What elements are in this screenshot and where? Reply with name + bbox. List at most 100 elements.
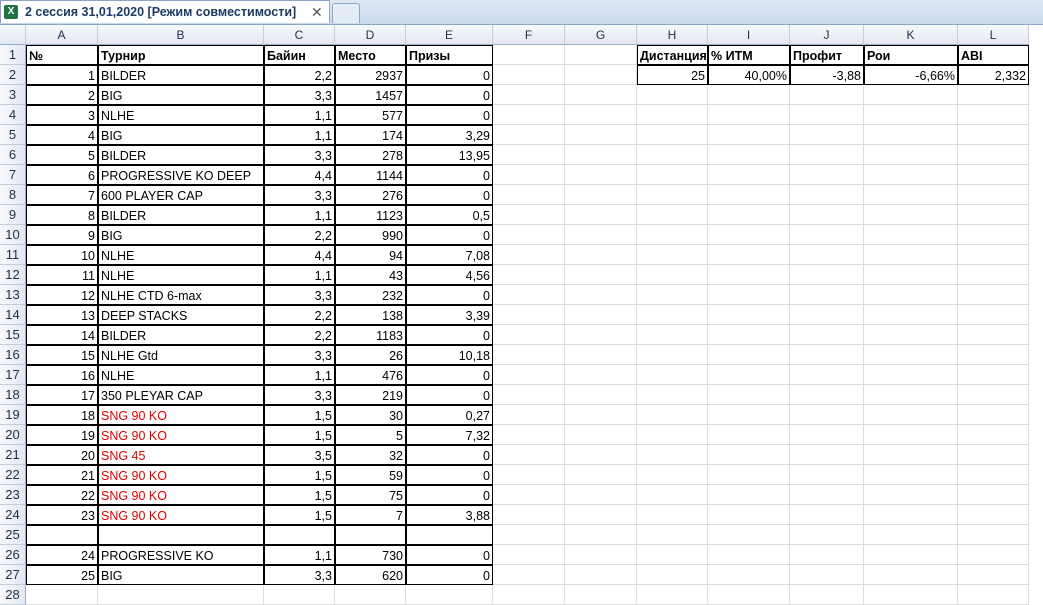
cell-buyin[interactable]: 1,5 — [264, 465, 335, 485]
column-header-j[interactable]: J — [790, 25, 864, 45]
cell-tournament[interactable]: BILDER — [98, 65, 264, 85]
summary-header-4[interactable]: ABI — [958, 45, 1029, 65]
cell-buyin[interactable]: 2,2 — [264, 65, 335, 85]
row-header[interactable]: 25 — [0, 525, 26, 545]
cell-prize[interactable]: 0 — [406, 325, 493, 345]
row-header[interactable]: 27 — [0, 565, 26, 585]
cell-place[interactable]: 59 — [335, 465, 406, 485]
column-header-h[interactable]: H — [637, 25, 708, 45]
row-header[interactable]: 26 — [0, 545, 26, 565]
cell-place[interactable]: 730 — [335, 545, 406, 565]
column-header-c[interactable]: C — [264, 25, 335, 45]
cell-tournament[interactable]: SNG 90 KO — [98, 505, 264, 525]
cell-prize[interactable] — [406, 525, 493, 545]
summary-value-2[interactable]: -3,88 — [790, 65, 864, 85]
cell-tournament[interactable]: DEEP STACKS — [98, 305, 264, 325]
row-header[interactable]: 20 — [0, 425, 26, 445]
cell-prize[interactable]: 0 — [406, 165, 493, 185]
cell-tournament[interactable]: BILDER — [98, 145, 264, 165]
row-header[interactable]: 3 — [0, 85, 26, 105]
cell-prize[interactable]: 7,08 — [406, 245, 493, 265]
cell-tournament[interactable]: NLHE Gtd — [98, 345, 264, 365]
cell-place[interactable]: 1144 — [335, 165, 406, 185]
cell-place[interactable]: 1123 — [335, 205, 406, 225]
row-header[interactable]: 5 — [0, 125, 26, 145]
cell-prize[interactable]: 0 — [406, 365, 493, 385]
cell-number[interactable]: 12 — [26, 285, 98, 305]
cell-place[interactable]: 75 — [335, 485, 406, 505]
row-header[interactable]: 11 — [0, 245, 26, 265]
cell-tournament[interactable]: PROGRESSIVE KO — [98, 545, 264, 565]
cell-place[interactable]: 1457 — [335, 85, 406, 105]
column-header-d[interactable]: D — [335, 25, 406, 45]
cell-number[interactable]: 19 — [26, 425, 98, 445]
cell-tournament[interactable]: BIG — [98, 225, 264, 245]
column-header-g[interactable]: G — [565, 25, 637, 45]
cell-prize[interactable]: 3,39 — [406, 305, 493, 325]
cell-buyin[interactable]: 1,5 — [264, 505, 335, 525]
close-icon[interactable]: ✕ — [311, 4, 323, 21]
row-header[interactable]: 22 — [0, 465, 26, 485]
cell-number[interactable]: 8 — [26, 205, 98, 225]
cell-place[interactable]: 2937 — [335, 65, 406, 85]
cell-tournament[interactable]: SNG 90 KO — [98, 405, 264, 425]
cell-prize[interactable]: 7,32 — [406, 425, 493, 445]
cell-place[interactable]: 620 — [335, 565, 406, 585]
row-header[interactable]: 4 — [0, 105, 26, 125]
cell-prize[interactable]: 0 — [406, 485, 493, 505]
cell-place[interactable]: 32 — [335, 445, 406, 465]
row-header[interactable]: 28 — [0, 585, 26, 605]
cell-tournament[interactable]: SNG 45 — [98, 445, 264, 465]
cell-tournament[interactable]: BIG — [98, 565, 264, 585]
select-all-corner[interactable] — [0, 25, 26, 45]
cell-buyin[interactable]: 1,5 — [264, 405, 335, 425]
cell-number[interactable]: 24 — [26, 545, 98, 565]
cell-place[interactable]: 476 — [335, 365, 406, 385]
summary-header-1[interactable]: % ИТМ — [708, 45, 790, 65]
cell-number[interactable]: 14 — [26, 325, 98, 345]
cell-prize[interactable]: 0,5 — [406, 205, 493, 225]
cell-number[interactable]: 5 — [26, 145, 98, 165]
cell-prize[interactable]: 0 — [406, 85, 493, 105]
cell-number[interactable]: 23 — [26, 505, 98, 525]
cell-buyin[interactable]: 1,1 — [264, 265, 335, 285]
cell-tournament[interactable]: 350 PLEYAR CAP — [98, 385, 264, 405]
header-cell-e[interactable]: Призы — [406, 45, 493, 65]
cell-prize[interactable]: 0 — [406, 545, 493, 565]
cell-buyin[interactable]: 3,5 — [264, 445, 335, 465]
cell-tournament[interactable]: BIG — [98, 85, 264, 105]
cell-buyin[interactable]: 1,1 — [264, 365, 335, 385]
cell-buyin[interactable]: 1,1 — [264, 205, 335, 225]
cell-prize[interactable]: 0 — [406, 445, 493, 465]
cell-buyin[interactable]: 4,4 — [264, 245, 335, 265]
cell-place[interactable]: 990 — [335, 225, 406, 245]
row-header[interactable]: 10 — [0, 225, 26, 245]
cell-place[interactable]: 30 — [335, 405, 406, 425]
cell-number[interactable]: 21 — [26, 465, 98, 485]
summary-value-4[interactable]: 2,332 — [958, 65, 1029, 85]
cell-tournament[interactable]: NLHE — [98, 105, 264, 125]
cell-buyin[interactable]: 1,1 — [264, 545, 335, 565]
cell-number[interactable]: 4 — [26, 125, 98, 145]
cell-number[interactable]: 10 — [26, 245, 98, 265]
cell-number[interactable]: 3 — [26, 105, 98, 125]
cell-tournament[interactable]: BIG — [98, 125, 264, 145]
row-header[interactable]: 8 — [0, 185, 26, 205]
new-tab-button[interactable] — [332, 3, 360, 23]
cell-tournament[interactable]: SNG 90 KO — [98, 425, 264, 445]
cell-buyin[interactable]: 3,3 — [264, 385, 335, 405]
row-header[interactable]: 2 — [0, 65, 26, 85]
cell-tournament[interactable]: NLHE — [98, 245, 264, 265]
cell-tournament[interactable] — [98, 525, 264, 545]
cell-prize[interactable]: 3,29 — [406, 125, 493, 145]
cell-tournament[interactable]: SNG 90 KO — [98, 465, 264, 485]
header-cell-b[interactable]: Турнир — [98, 45, 264, 65]
cell-number[interactable] — [26, 525, 98, 545]
row-header[interactable]: 1 — [0, 45, 26, 65]
cell-prize[interactable]: 4,56 — [406, 265, 493, 285]
cell-buyin[interactable]: 2,2 — [264, 225, 335, 245]
cell-buyin[interactable]: 3,3 — [264, 85, 335, 105]
cell-buyin[interactable] — [264, 525, 335, 545]
cell-place[interactable]: 219 — [335, 385, 406, 405]
column-header-e[interactable]: E — [406, 25, 493, 45]
